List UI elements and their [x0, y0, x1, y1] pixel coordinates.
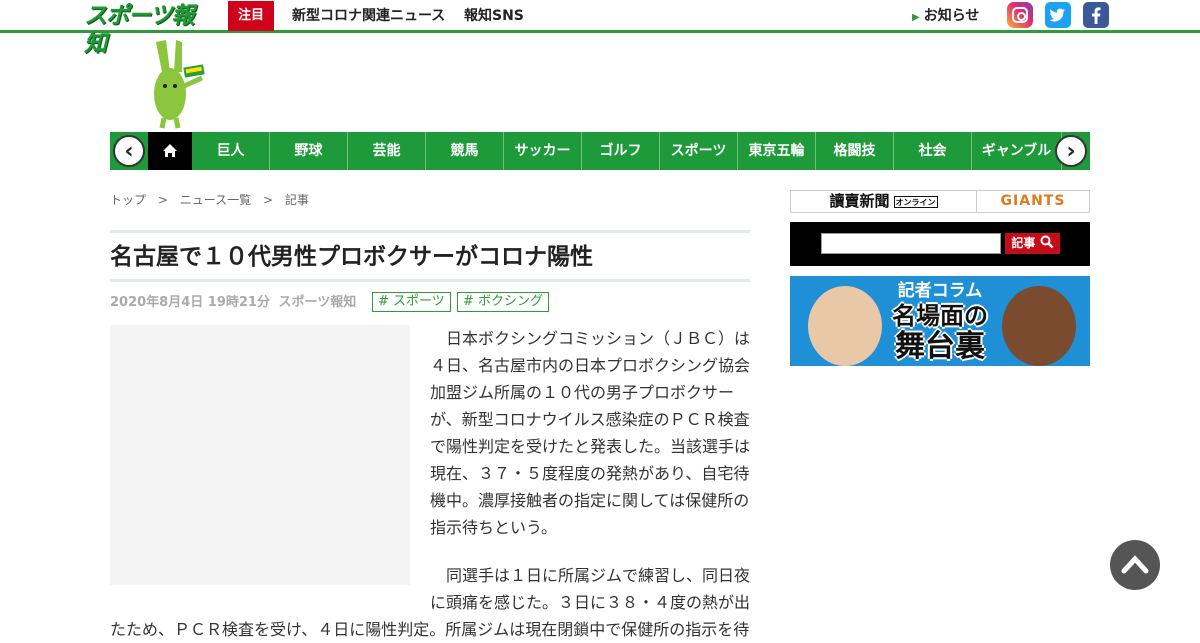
nav-item-martial-arts[interactable]: 格闘技: [816, 132, 894, 170]
breadcrumb-article: 記事: [284, 193, 309, 207]
yomiuri-online-link[interactable]: 讀賣新聞 オンライン: [791, 191, 977, 212]
paragraph-line: が、新型コロナウイルス感染症のＰＣＲ検査: [430, 410, 750, 429]
search-input[interactable]: [821, 233, 1001, 254]
breadcrumb-top[interactable]: トップ: [110, 193, 146, 207]
nav-item-horse-racing[interactable]: 競馬: [426, 132, 504, 170]
back-to-top-button[interactable]: [1110, 540, 1160, 590]
nav-item-giants[interactable]: 巨人: [192, 132, 270, 170]
corona-news-link[interactable]: 新型コロナ関連ニュース: [292, 6, 445, 26]
notice-link[interactable]: ▶ お知らせ: [912, 6, 979, 28]
breadcrumb-news-list[interactable]: ニュース一覧: [180, 193, 251, 207]
notice-label: お知らせ: [923, 8, 980, 24]
paragraph-line: で陽性判定を受けたと発表した。当該選手は: [430, 437, 751, 456]
search-icon: [1040, 235, 1053, 249]
article-source: スポーツ報知: [278, 295, 357, 310]
paragraph-line: 同選手は１日に所属ジムで練習し、同日夜: [446, 566, 751, 585]
article-date: 2020年8月4日 19時21分: [110, 295, 270, 310]
paragraph-line: 現在、３７・５度程度の発熱があり、自宅待: [430, 464, 750, 483]
search-button[interactable]: 記事: [1005, 233, 1060, 254]
breadcrumb: トップ > ニュース一覧 > 記事: [110, 192, 317, 208]
site-logo[interactable]: スポーツ報知: [84, 2, 208, 57]
giants-link[interactable]: GIANTS: [977, 191, 1089, 212]
search-button-label: 記事: [1011, 236, 1036, 250]
top-bar: スポーツ報知 注目 新型コロナ関連ニュース 報知SNS ▶ お知らせ: [0, 0, 1200, 57]
hochi-sns-link[interactable]: 報知SNS: [464, 6, 524, 26]
nav-item-golf[interactable]: ゴルフ: [582, 132, 660, 170]
chevron-left-icon: ‹: [124, 139, 134, 164]
paragraph-line: ４日、名古屋市内の日本プロボクシング協会: [430, 356, 751, 375]
article-meta: 2020年8月4日 19時21分 スポーツ報知: [110, 294, 356, 312]
article-photo: [110, 325, 410, 585]
nav-item-sports[interactable]: スポーツ: [660, 132, 738, 170]
tag-boxing[interactable]: # ボクシング: [457, 292, 550, 312]
nav-prev-button[interactable]: ‹: [113, 135, 145, 167]
column-banner[interactable]: 記者コラム 名場面の 舞台裏: [790, 276, 1090, 366]
home-icon: [163, 144, 177, 157]
paragraph-line: 加盟ジム所属の１０代の男子プロボクサー: [430, 383, 735, 402]
banner-line-2: 名場面の: [892, 302, 988, 330]
breadcrumb-separator: >: [157, 193, 168, 207]
nav-item-tokyo-olympics[interactable]: 東京五輪: [738, 132, 816, 170]
banner-line-1: 記者コラム: [897, 281, 983, 301]
nav-item-gamble[interactable]: ギャンブル: [972, 132, 1062, 170]
highlight-label: 注目: [228, 1, 274, 31]
nav-item-entertainment[interactable]: 芸能: [348, 132, 426, 170]
article-title-block: 名古屋で１０代男性プロボクサーがコロナ陽性: [110, 230, 750, 282]
paragraph-line: に頭痛を感じた。３日に３８・４度の熱が出: [430, 593, 751, 612]
instagram-icon[interactable]: [1007, 2, 1033, 28]
chevron-up-icon: [1121, 555, 1149, 574]
twitter-icon[interactable]: [1045, 2, 1071, 28]
tag-sports[interactable]: # スポーツ: [372, 292, 451, 312]
triangle-right-icon: ▶: [912, 12, 920, 23]
nav-next-button[interactable]: ›: [1055, 135, 1087, 167]
article-title: 名古屋で１０代男性プロボクサーがコロナ陽性: [110, 244, 593, 270]
nav-item-soccer[interactable]: サッカー: [504, 132, 582, 170]
yomiuri-giants-bar: 讀賣新聞 オンライン GIANTS: [790, 190, 1090, 213]
chevron-right-icon: ›: [1066, 139, 1076, 164]
breadcrumb-separator: >: [262, 193, 274, 207]
nav-item-society[interactable]: 社会: [894, 132, 972, 170]
yomiuri-online-label: オンライン: [893, 195, 938, 208]
nav-home-button[interactable]: [148, 132, 192, 170]
nav-item-baseball[interactable]: 野球: [270, 132, 348, 170]
paragraph-line: 日本ボクシングコミッション（ＪＢＣ）は: [446, 329, 751, 348]
category-nav: ‹ 巨人 野球 芸能 競馬 サッカー ゴルフ スポーツ 東京五輪 格闘技 社会 …: [110, 132, 1090, 170]
facebook-icon[interactable]: [1083, 2, 1109, 28]
mascot-character-icon: [154, 40, 205, 129]
paragraph-line: 指示待ちという。: [430, 518, 558, 537]
paragraph-line: 機中。濃厚接触者の指定に関しては保健所の: [430, 491, 750, 510]
yomiuri-label: 讀賣新聞: [829, 192, 890, 210]
article-search: 記事: [790, 222, 1090, 266]
banner-line-3: 舞台裏: [895, 329, 985, 364]
